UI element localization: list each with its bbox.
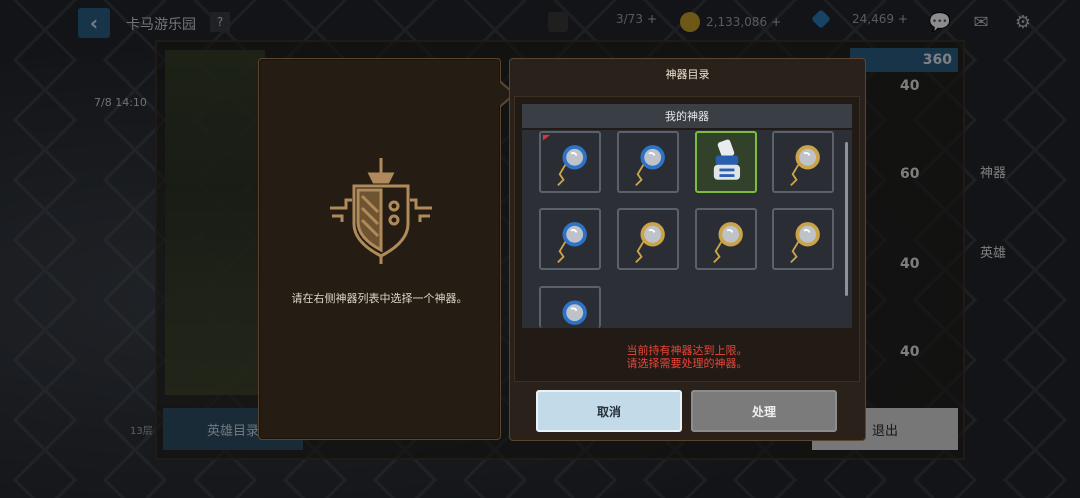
blue-monocle-icon	[562, 300, 587, 325]
warning-line-1: 当前持有神器达到上限。	[626, 344, 748, 357]
blue-monocle-icon	[557, 222, 587, 264]
artifact-slot-2[interactable]	[617, 131, 679, 193]
artifact-slot-5[interactable]	[539, 208, 601, 270]
artifact-slot-8[interactable]	[772, 208, 834, 270]
gold-monocle-icon	[790, 145, 820, 187]
blue-monocle-icon	[542, 134, 587, 187]
blue-monocle-icon	[635, 145, 665, 187]
shield-sword-emblem-icon	[326, 156, 436, 266]
capacity-warning: 当前持有神器达到上限。 请选择需要处理的神器。	[522, 344, 852, 370]
process-button[interactable]: 处理	[691, 390, 837, 432]
artifact-grid-scrollbar[interactable]	[845, 142, 848, 296]
artifact-slot-3[interactable]	[695, 131, 757, 193]
artifact-slot-6[interactable]	[617, 208, 679, 270]
artifact-slot-4[interactable]	[772, 131, 834, 193]
warning-line-2: 请选择需要处理的神器。	[626, 357, 748, 370]
artifact-slot-7[interactable]	[695, 208, 757, 270]
catalog-title: 神器目录	[665, 68, 710, 81]
gold-monocle-icon	[790, 222, 820, 264]
artifact-slot-1[interactable]	[539, 131, 601, 193]
gold-monocle-icon	[635, 222, 665, 264]
gold-monocle-icon	[713, 222, 743, 264]
cancel-button[interactable]: 取消	[536, 390, 682, 432]
my-artifacts-header: 我的神器	[522, 104, 852, 128]
artifact-slot-9[interactable]	[539, 286, 601, 328]
scroll-bundle-icon	[713, 139, 741, 180]
select-artifact-hint: 请在右侧神器列表中选择一个神器。	[291, 292, 468, 305]
